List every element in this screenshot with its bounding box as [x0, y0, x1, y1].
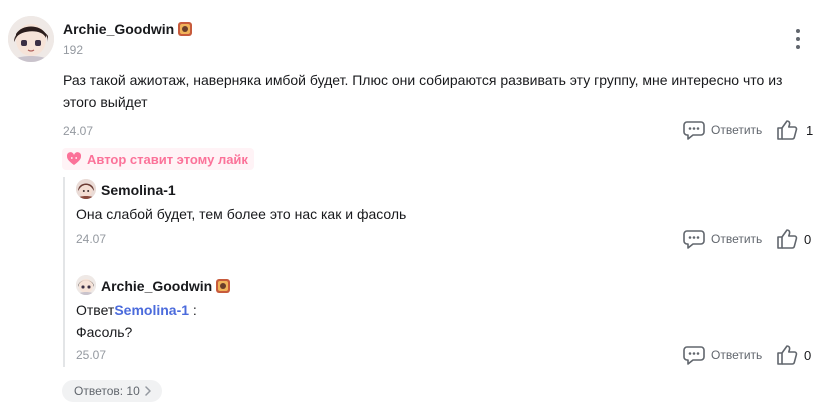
reply-label: Ответить — [711, 123, 763, 137]
comment-text: Раз такой ажиотаж, наверняка имбой будет… — [63, 72, 783, 110]
reply-avatar[interactable] — [76, 179, 96, 199]
reply-header: Archie_Goodwin — [101, 278, 231, 296]
reply-button[interactable]: Ответить — [683, 120, 762, 140]
comment-bubble-icon — [683, 121, 705, 140]
thumbs-up-icon — [777, 345, 798, 365]
replies-count-label: Ответов: 10 — [74, 384, 140, 398]
mention-link[interactable]: Semolina-1 — [114, 302, 189, 318]
chevron-right-icon — [145, 386, 151, 396]
heart-face-icon — [66, 152, 82, 165]
reply-author[interactable]: Semolina-1 — [101, 182, 176, 198]
like-button[interactable]: 0 — [776, 228, 811, 250]
mention-separator: : — [189, 302, 197, 318]
reply-text: ОтветSemolina-1 : Фасоль? — [76, 302, 197, 340]
reply-avatar[interactable] — [76, 275, 96, 295]
comment-date: 24.07 — [63, 124, 94, 138]
user-level: 192 — [63, 43, 84, 57]
reply-date: 24.07 — [76, 232, 107, 246]
like-count: 1 — [806, 122, 814, 138]
like-count: 0 — [804, 347, 812, 363]
reply-text: Она слабой будет, тем более это нас как … — [76, 206, 407, 222]
thumbs-up-icon — [777, 120, 798, 140]
replies-toggle-button[interactable]: Ответов: 10 — [62, 380, 162, 402]
thumbs-up-icon — [777, 229, 798, 249]
fan-badge-icon — [178, 22, 193, 36]
comment-bubble-icon — [683, 230, 705, 249]
like-button[interactable]: 0 — [776, 344, 811, 366]
reply-label: Ответить — [711, 232, 763, 246]
reply-author[interactable]: Archie_Goodwin — [101, 278, 212, 294]
like-button[interactable]: 1 — [776, 119, 813, 141]
comment-header: Archie_Goodwin — [63, 21, 193, 39]
comment-author[interactable]: Archie_Goodwin — [63, 21, 174, 37]
thread-divider — [63, 177, 65, 367]
more-options-button[interactable] — [793, 29, 803, 49]
author-liked-banner: Автор ставит этому лайк — [62, 148, 254, 170]
reply-label: Ответить — [711, 348, 763, 362]
reply-date: 25.07 — [76, 348, 107, 362]
fan-badge-icon — [216, 279, 231, 293]
reply-button[interactable]: Ответить — [683, 345, 762, 365]
author-liked-label: Автор ставит этому лайк — [87, 151, 248, 167]
reply-button[interactable]: Ответить — [683, 229, 762, 249]
avatar[interactable] — [8, 16, 54, 62]
comment-bubble-icon — [683, 346, 705, 365]
like-count: 0 — [804, 231, 812, 247]
reply-prefix: Ответ — [76, 302, 115, 318]
